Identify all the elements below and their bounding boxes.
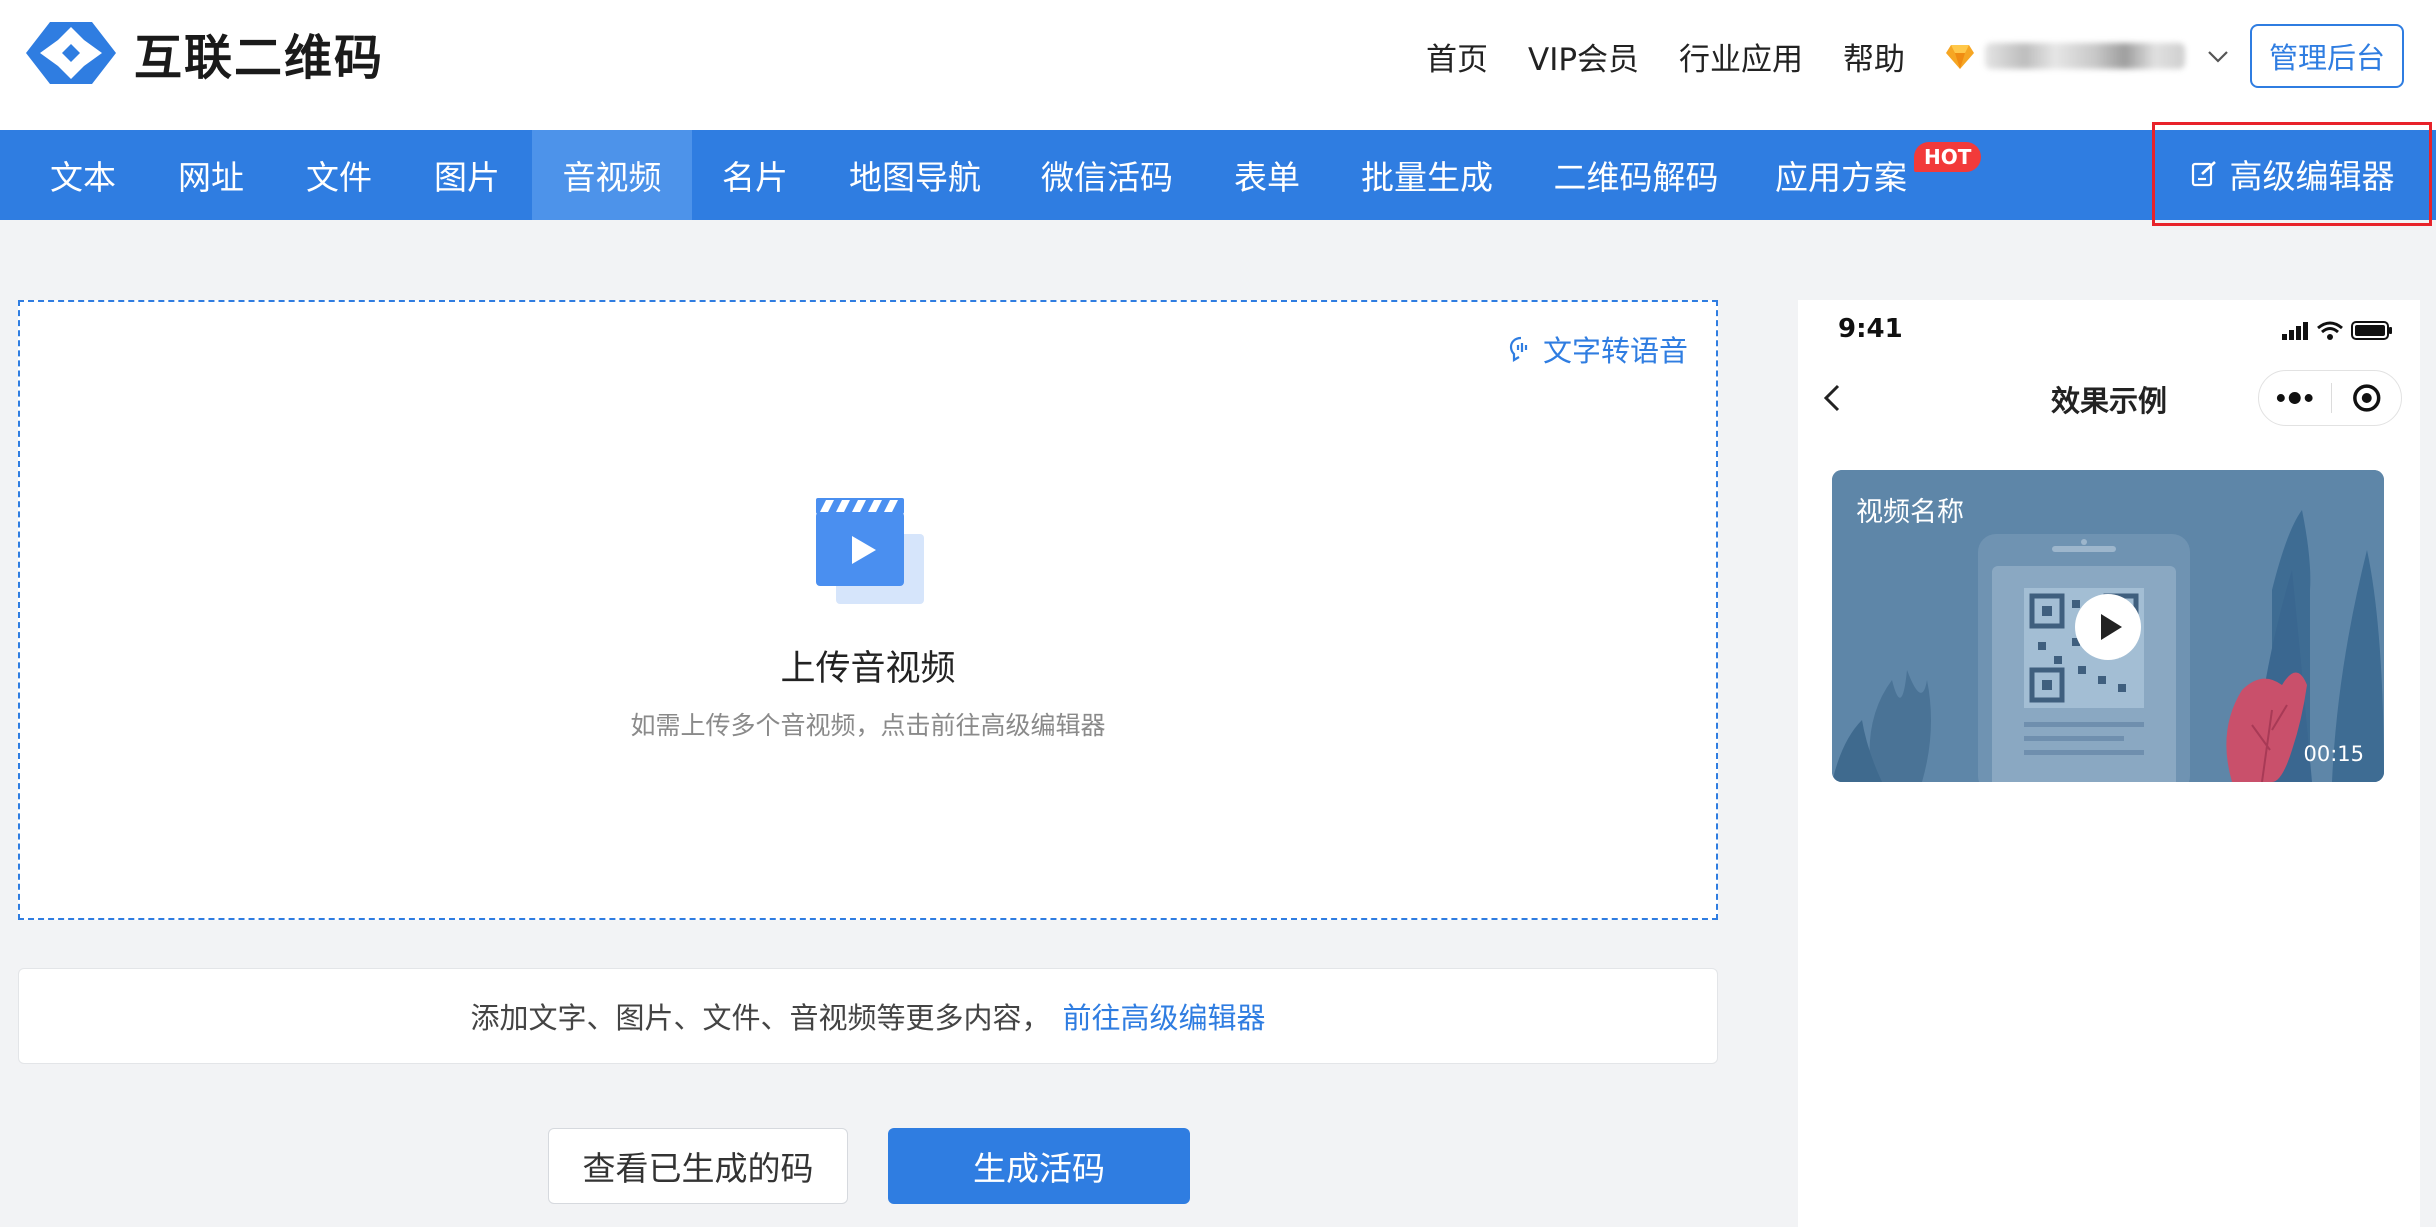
tab-business-card[interactable]: 名片 (700, 130, 810, 220)
chevron-down-icon (2208, 51, 2228, 63)
logo[interactable]: 互联二维码 (22, 18, 384, 88)
tab-audio-video[interactable]: 音视频 (532, 130, 692, 220)
more-content-bar: 添加文字、图片、文件、音视频等更多内容， 前往高级编辑器 (18, 968, 1718, 1064)
logo-text: 互联二维码 (134, 30, 385, 86)
tab-wechat-live-code[interactable]: 微信活码 (1024, 130, 1190, 220)
video-duration: 00:15 (2303, 742, 2364, 766)
tab-batch-generate[interactable]: 批量生成 (1344, 130, 1510, 220)
status-time: 9:41 (1838, 314, 1903, 344)
video-name: 视频名称 (1856, 497, 1964, 528)
text-to-speech-label: 文字转语音 (1542, 334, 1688, 368)
hot-badge: HOT (1914, 142, 1982, 172)
username-blurred (1985, 43, 2186, 69)
tab-file[interactable]: 文件 (284, 130, 394, 220)
top-header: 互联二维码 首页 VIP会员 行业应用 帮助 管理后台 (0, 0, 2436, 130)
tab-qr-decode[interactable]: 二维码解码 (1538, 130, 1734, 220)
admin-console-button[interactable]: 管理后台 (2250, 24, 2404, 88)
play-icon[interactable] (2075, 594, 2141, 660)
tab-image[interactable]: 图片 (412, 130, 522, 220)
text-to-speech-link[interactable]: 文字转语音 (1507, 328, 1688, 370)
logo-icon (26, 22, 116, 84)
generate-live-code-button[interactable]: 生成活码 (888, 1128, 1190, 1204)
top-nav: 首页 VIP会员 行业应用 帮助 (1426, 30, 2231, 82)
close-target-icon[interactable] (2332, 370, 2402, 426)
status-bar-icons (2282, 321, 2392, 340)
upload-dropzone[interactable]: 文字转语音 上传音视频 如需上传多个音视频，点击前往高级编辑器 (18, 300, 1718, 920)
goto-advanced-editor-link[interactable]: 前往高级编辑器 (1063, 995, 1266, 1037)
speech-icon (1509, 336, 1528, 362)
advanced-editor-button[interactable]: 高级编辑器 (2152, 122, 2432, 226)
user-menu[interactable] (1945, 41, 2231, 71)
miniprogram-capsule (2258, 370, 2402, 426)
edit-icon (2191, 161, 2216, 187)
phone-preview: 9:41 效果示例 视频名称 00:15 (1798, 300, 2420, 1227)
upload-hint: 如需上传多个音视频，点击前往高级编辑器 (630, 711, 1106, 740)
category-nav: 文本 网址 文件 图片 音视频 名片 地图导航 微信活码 表单 批量生成 二维码… (0, 130, 2436, 220)
tab-url[interactable]: 网址 (156, 130, 266, 220)
advanced-editor-label: 高级编辑器 (2229, 157, 2395, 196)
tab-map-navigation[interactable]: 地图导航 (832, 130, 998, 220)
nav-home[interactable]: 首页 (1426, 34, 1488, 79)
vip-gem-icon (1946, 45, 1975, 69)
more-dots-icon[interactable] (2259, 370, 2331, 426)
video-preview-card[interactable]: 视频名称 00:15 (1832, 470, 2384, 782)
video-upload-icon (816, 498, 924, 604)
tab-text[interactable]: 文本 (28, 130, 138, 220)
view-generated-codes-button[interactable]: 查看已生成的码 (548, 1128, 848, 1204)
more-content-text: 添加文字、图片、文件、音视频等更多内容， (470, 1001, 1051, 1035)
nav-industry[interactable]: 行业应用 (1679, 34, 1803, 79)
tab-solutions[interactable]: 应用方案 (1758, 130, 1924, 220)
nav-vip[interactable]: VIP会员 (1528, 34, 1639, 79)
nav-help[interactable]: 帮助 (1843, 34, 1905, 79)
upload-title[interactable]: 上传音视频 (20, 640, 1716, 691)
tab-form[interactable]: 表单 (1212, 130, 1322, 220)
